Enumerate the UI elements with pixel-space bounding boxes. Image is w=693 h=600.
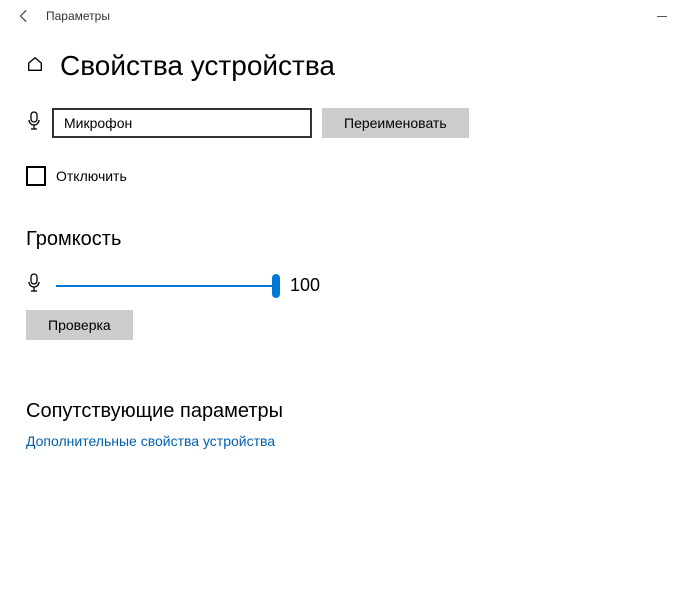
minimize-button[interactable]: [639, 0, 685, 32]
volume-section-title: Громкость: [26, 228, 667, 251]
home-icon[interactable]: [26, 55, 44, 78]
back-button[interactable]: [8, 0, 40, 32]
disable-checkbox[interactable]: [26, 166, 46, 186]
volume-slider[interactable]: [56, 274, 276, 298]
device-name-input[interactable]: [52, 108, 312, 138]
volume-value: 100: [290, 275, 320, 296]
microphone-icon: [26, 273, 42, 298]
rename-button[interactable]: Переименовать: [322, 108, 469, 138]
app-title: Параметры: [46, 9, 110, 23]
test-button[interactable]: Проверка: [26, 310, 133, 340]
page-title: Свойства устройства: [60, 50, 335, 82]
titlebar: Параметры: [0, 0, 693, 32]
microphone-icon: [26, 111, 42, 136]
additional-properties-link[interactable]: Дополнительные свойства устройства: [26, 433, 275, 449]
related-section-title: Сопутствующие параметры: [26, 400, 667, 423]
disable-label: Отключить: [56, 168, 127, 184]
